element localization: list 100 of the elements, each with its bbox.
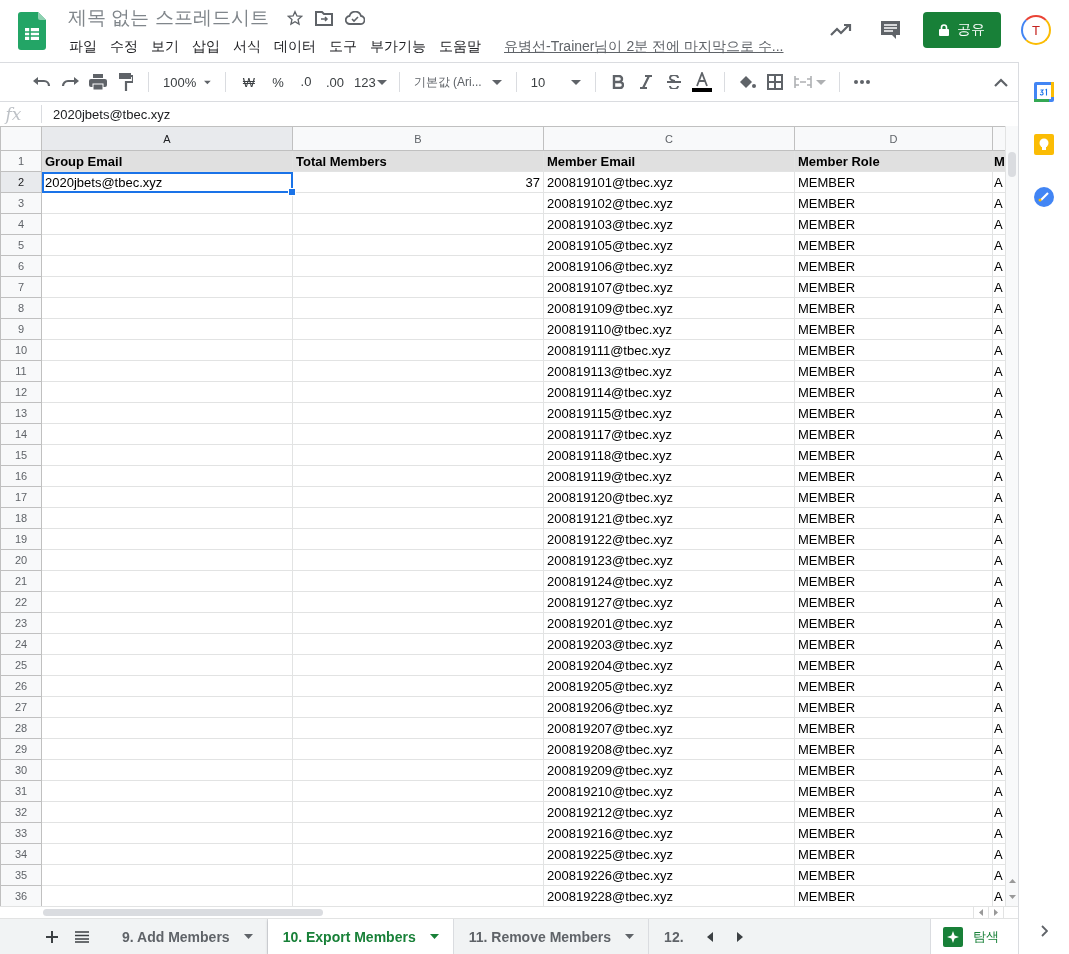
calendar-icon[interactable] [1034,82,1054,102]
row-header[interactable]: 8 [0,297,42,319]
table-cell: 200819110@tbec.xyz [543,318,795,340]
row-header[interactable]: 4 [0,213,42,235]
corner-cell[interactable] [0,126,42,151]
row-header[interactable]: 33 [0,822,42,844]
row-header[interactable]: 7 [0,276,42,298]
row-header[interactable]: 3 [0,192,42,214]
row-header[interactable]: 2 [0,171,42,193]
row-header[interactable]: 32 [0,801,42,823]
table-cell: MEMBER [794,486,993,508]
explore-icon [943,926,963,947]
comment-icon[interactable] [880,20,901,40]
menu-item[interactable]: 수정 [103,38,145,56]
column-header[interactable]: A [41,126,293,151]
table-cell: MEMBER [794,528,993,550]
menu-item[interactable]: 데이터 [267,38,323,56]
column-header[interactable]: C [543,126,795,151]
row-header[interactable]: 1 [0,150,42,172]
caret-icon [491,79,502,85]
percent-button[interactable]: % [264,68,292,96]
increase-decimal-button[interactable]: .00 [320,68,350,96]
decrease-decimal-button[interactable]: .0 [292,68,320,96]
font-dropdown[interactable]: 기본값 (Ari... [407,68,508,96]
scrollbar-thumb[interactable] [1008,152,1016,177]
star-icon[interactable] [286,10,303,26]
cloud-icon[interactable] [344,11,365,25]
row-header[interactable]: 11 [0,360,42,382]
row-header[interactable]: 18 [0,507,42,529]
menu-item[interactable]: 삽입 [185,38,227,56]
menu-item[interactable]: 부가기능 [363,38,433,56]
document-title[interactable]: 제목 없는 스프레드시트 [68,5,269,31]
scrollbar-thumb[interactable] [43,909,323,916]
sheet-tab[interactable]: 10. Export Members [267,919,454,954]
row-header[interactable]: 34 [0,843,42,865]
caret-icon [376,79,387,85]
column-header[interactable]: B [292,126,544,151]
row-header[interactable]: 31 [0,780,42,802]
row-header[interactable]: 23 [0,612,42,634]
menu-item[interactable]: 보기 [144,38,186,56]
row-header[interactable]: 20 [0,549,42,571]
row-header[interactable]: 24 [0,633,42,655]
row-header[interactable]: 17 [0,486,42,508]
font-size-dropdown[interactable]: 10 [524,68,587,96]
folder-icon[interactable] [314,10,333,26]
row-header[interactable]: 15 [0,444,42,466]
row-header[interactable]: 22 [0,591,42,613]
tasks-icon[interactable] [1034,187,1054,207]
table-cell: 2020jbets@tbec.xyz [41,171,293,193]
table-cell: MEMBER [794,234,993,256]
table-cell: 200819204@tbec.xyz [543,654,795,676]
zoom-dropdown[interactable]: 100% [157,68,217,96]
row-header[interactable]: 14 [0,423,42,445]
table-cell: 200819120@tbec.xyz [543,486,795,508]
account-avatar[interactable]: T [1021,15,1051,45]
trending-icon[interactable] [830,23,852,37]
row-header[interactable]: 28 [0,717,42,739]
table-cell: 200819103@tbec.xyz [543,213,795,235]
formula-input[interactable]: 2020jbets@tbec.xyz [53,106,171,122]
vertical-scrollbar[interactable] [1005,126,1018,906]
menu-item[interactable]: 서식 [226,38,268,56]
row-header[interactable]: 27 [0,696,42,718]
fill-handle[interactable] [288,188,296,196]
row-header[interactable]: 13 [0,402,42,424]
menu-item[interactable]: 도구 [322,38,364,56]
currency-button[interactable]: ₩ [234,68,264,96]
number-format-dropdown[interactable]: 123 [350,68,391,96]
explore-button[interactable]: 탐색 [930,919,1018,954]
sheets-logo-icon[interactable] [18,12,46,50]
row-header[interactable]: 35 [0,864,42,886]
caret-icon [570,79,581,85]
row-header[interactable]: 19 [0,528,42,550]
row-header[interactable]: 10 [0,339,42,361]
row-header[interactable]: 21 [0,570,42,592]
table-cell: MEMBER [794,507,993,529]
row-header[interactable]: 12 [0,381,42,403]
table-cell: 200819101@tbec.xyz [543,171,795,193]
scroll-up-icon[interactable] [1008,879,1016,883]
last-edit-link[interactable]: 유병선-Trainer님이 2분 전에 마지막으로 수... [504,38,784,56]
menu-item[interactable]: 파일 [62,38,104,56]
horizontal-scrollbar[interactable] [0,906,1018,918]
column-header[interactable]: D [794,126,993,151]
scroll-down-icon[interactable] [1008,895,1016,899]
row-header[interactable]: 6 [0,255,42,277]
row-header[interactable]: 29 [0,738,42,760]
row-header[interactable]: 36 [0,885,42,906]
table-cell: MEMBER [794,171,993,193]
row-header[interactable]: 26 [0,675,42,697]
expand-panel-icon[interactable] [1040,925,1048,937]
row-header[interactable]: 9 [0,318,42,340]
table-cell: MEMBER [794,591,993,613]
row-header[interactable]: 5 [0,234,42,256]
row-header[interactable]: 30 [0,759,42,781]
row-header[interactable]: 25 [0,654,42,676]
row-header[interactable]: 16 [0,465,42,487]
menu-item[interactable]: 도움말 [432,38,488,56]
table-cell: MEMBER [794,864,993,886]
table-cell: MEMBER [794,423,993,445]
share-button[interactable]: 공유 [923,12,1001,48]
table-cell: MEMBER [794,402,993,424]
